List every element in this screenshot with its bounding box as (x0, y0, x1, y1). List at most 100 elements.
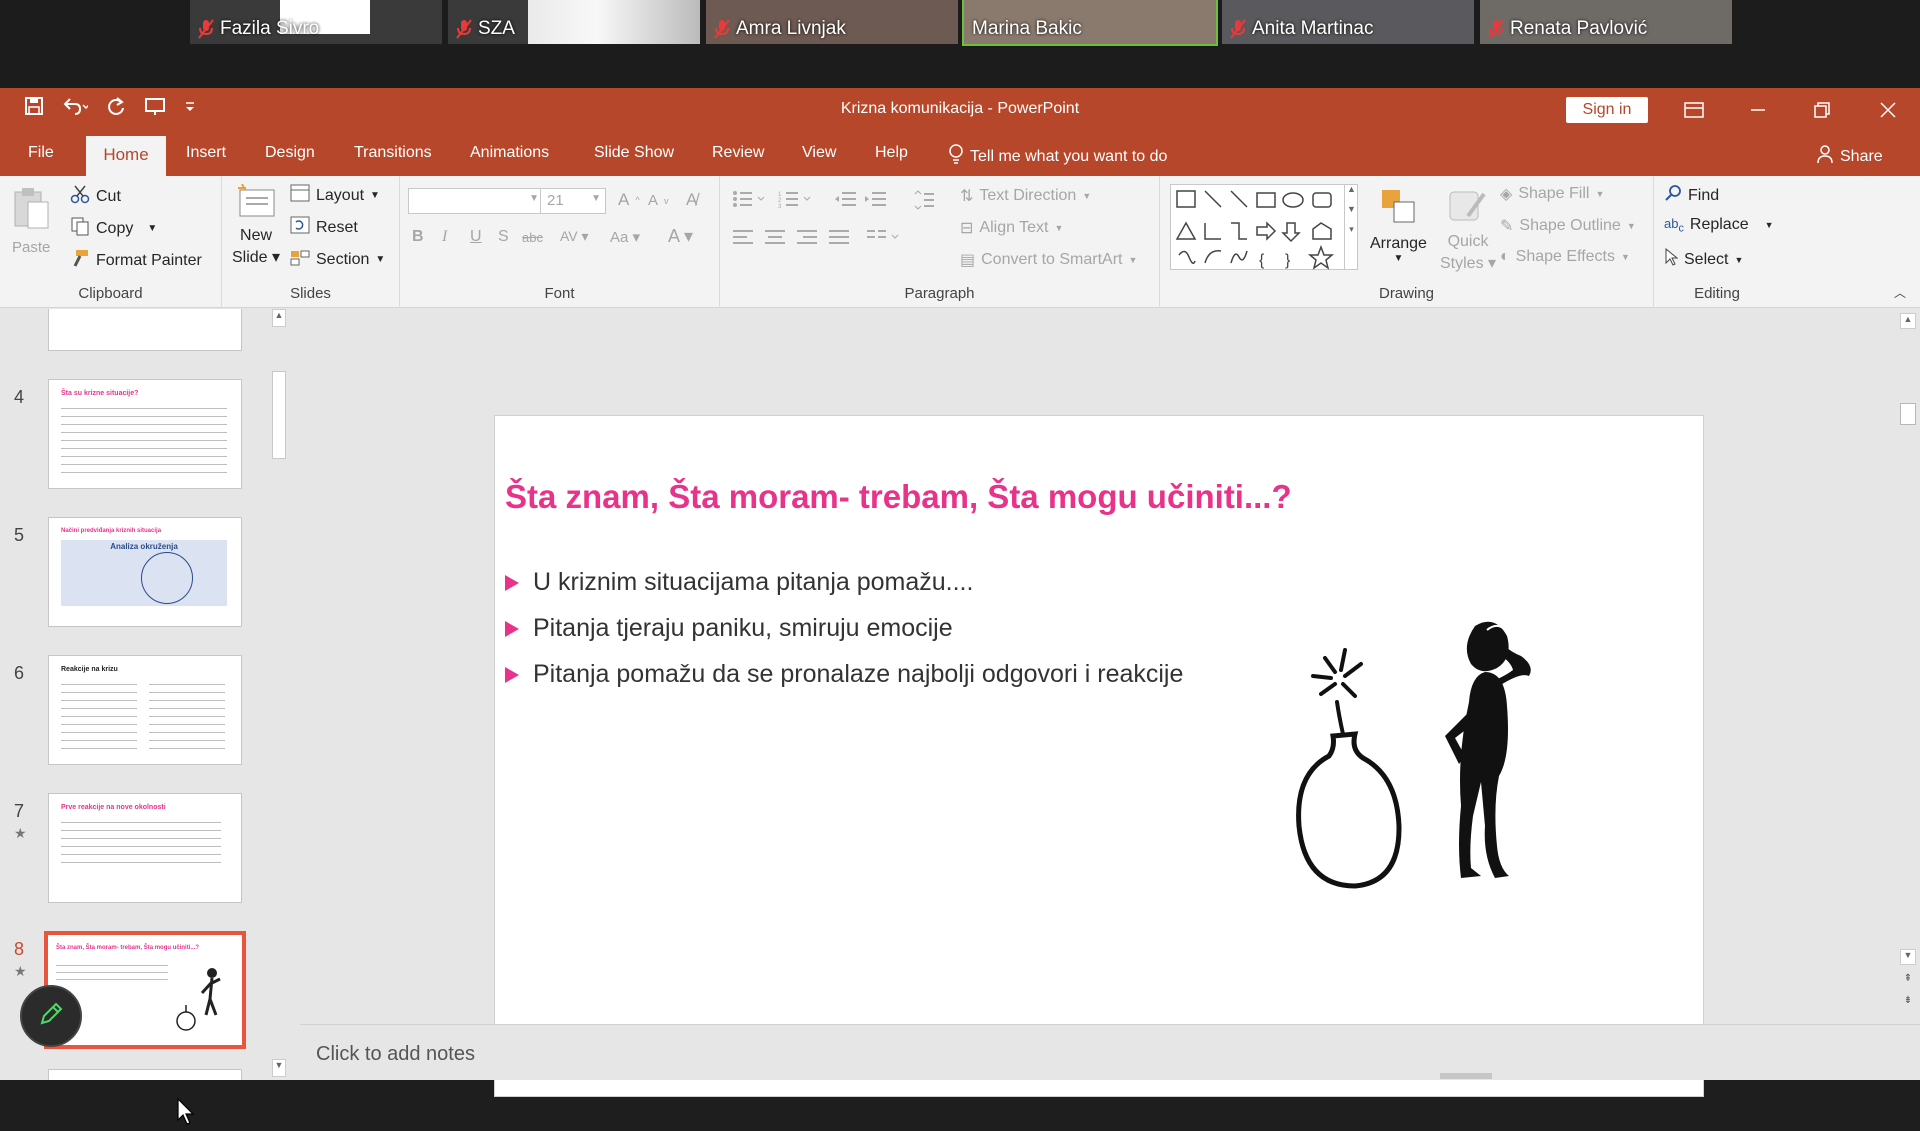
align-text-button[interactable]: ⊟ Align Text ▼ (960, 218, 1063, 238)
slide-thumbnail-6[interactable]: Reakcije na krizu (48, 655, 242, 765)
slide-bullet[interactable]: U kriznim situacijama pitanja pomažu.... (505, 568, 973, 597)
convert-to-smartart-button[interactable]: ▤ Convert to SmartArt ▼ (960, 250, 1137, 270)
tab-review[interactable]: Review (712, 144, 764, 162)
shape-outline-button[interactable]: ✎ Shape Outline ▼ (1500, 216, 1636, 236)
scroll-down-arrow-icon[interactable]: ▼ (272, 1059, 286, 1077)
slide-thumbnail-5[interactable]: Načini predviđanja kriznih situacija Ana… (48, 517, 242, 627)
editing-group-label: Editing (1694, 285, 1740, 302)
align-right-icon[interactable] (796, 228, 818, 246)
close-icon[interactable] (1874, 98, 1902, 122)
cut-button[interactable]: Cut (70, 184, 121, 209)
increase-font-size-icon[interactable]: A ^ (618, 190, 640, 210)
paste-button[interactable]: Paste (12, 186, 50, 256)
restore-icon[interactable] (1808, 98, 1836, 122)
slide-thumbnail-3[interactable] (48, 309, 242, 351)
clear-formatting-icon[interactable]: A̸ (686, 190, 697, 210)
participant-tile[interactable]: Anita Martinac (1222, 0, 1474, 44)
italic-icon[interactable]: I (442, 228, 447, 246)
horizontal-scrollbar-thumb[interactable] (1440, 1073, 1492, 1079)
shape-effects-button[interactable]: ◐ Shape Effects ▼ (1500, 248, 1630, 266)
replace-button[interactable]: abc Replace ▼ (1664, 216, 1774, 235)
tab-insert[interactable]: Insert (186, 144, 226, 162)
scroll-up-arrow-icon[interactable]: ▲ (1900, 313, 1916, 329)
increase-indent-icon[interactable] (864, 190, 886, 208)
reset-button[interactable]: Reset (290, 216, 358, 239)
font-name-combo[interactable]: ▼ (408, 188, 544, 214)
ribbon-display-options-icon[interactable] (1680, 98, 1708, 122)
shapes-gallery[interactable]: {} (1170, 184, 1358, 270)
scrollbar-thumb[interactable] (1900, 403, 1916, 425)
scroll-down-arrow-icon[interactable]: ▼ (1900, 949, 1916, 965)
character-spacing-icon[interactable]: AV ▾ (560, 228, 589, 245)
participant-tile[interactable]: Fazila Sivro (190, 0, 442, 44)
chevron-down-icon[interactable]: ▼ (147, 223, 157, 234)
align-center-icon[interactable] (764, 228, 786, 246)
layout-button[interactable]: Layout ▼ (290, 184, 380, 207)
shape-fill-button[interactable]: ◈ Shape Fill ▼ (1500, 184, 1604, 204)
find-button[interactable]: Find (1664, 184, 1719, 207)
tab-help[interactable]: Help (875, 144, 908, 162)
next-slide-icon[interactable]: ⇟ (1900, 995, 1916, 1011)
bold-icon[interactable]: B (412, 228, 424, 246)
thumbnail-scrollbar[interactable]: ▲ ▼ (270, 309, 288, 1080)
line-spacing-icon[interactable] (912, 190, 942, 210)
new-slide-label-1: New (240, 227, 273, 244)
arrange-button[interactable]: Arrange ▼ (1370, 186, 1427, 264)
thumbnail-figure-image (176, 968, 221, 1031)
format-painter-button[interactable]: Format Painter (70, 248, 202, 273)
sign-in-button[interactable]: Sign in (1566, 97, 1648, 123)
thumbnail-title: Načini predviđanja kriznih situacija (61, 528, 162, 534)
text-shadow-icon[interactable]: S (498, 228, 509, 246)
notes-pane[interactable]: Click to add notes (300, 1024, 1920, 1080)
new-slide-button[interactable]: New Slide ▾ (232, 183, 280, 267)
slide-scrollbar[interactable]: ▲ ▼ ⇞ ⇟ (1896, 309, 1920, 1024)
tab-home[interactable]: Home (86, 136, 166, 176)
slide-thumbnail-9-partial[interactable] (48, 1069, 242, 1080)
tab-file[interactable]: File (28, 144, 54, 162)
bullets-icon[interactable] (732, 190, 766, 208)
font-size-combo[interactable]: 21 ▼ (540, 188, 606, 214)
layout-icon (290, 184, 310, 207)
select-button[interactable]: Select ▼ (1664, 247, 1743, 271)
numbering-icon[interactable]: 123 (778, 190, 812, 208)
scroll-up-arrow-icon[interactable]: ▲ (272, 309, 286, 327)
shapes-gallery-scroll[interactable]: ▲ ▼ ▾ (1344, 184, 1358, 270)
scrollbar-thumb[interactable] (272, 371, 286, 459)
align-left-icon[interactable] (732, 228, 754, 246)
annotate-pen-button[interactable] (20, 985, 82, 1047)
slide-thumbnail-4[interactable]: Šta su krizne situacije? (48, 379, 242, 489)
slide-bullet[interactable]: Pitanja tjeraju paniku, smiruju emocije (505, 614, 953, 643)
justify-icon[interactable] (828, 228, 850, 246)
tab-design[interactable]: Design (265, 144, 315, 162)
tell-me-search[interactable]: Tell me what you want to do (948, 144, 1167, 169)
tab-transitions[interactable]: Transitions (354, 144, 432, 162)
font-color-icon[interactable]: A ▾ (668, 226, 693, 247)
quick-styles-button[interactable]: Quick Styles ▾ (1440, 186, 1496, 273)
minimize-icon[interactable] (1744, 98, 1772, 122)
bomb-and-figure-image[interactable] (1285, 606, 1585, 926)
tab-slide-show[interactable]: Slide Show (594, 144, 674, 162)
tab-view[interactable]: View (802, 144, 836, 162)
section-button[interactable]: Section ▼ (290, 248, 385, 271)
slide-bullet[interactable]: Pitanja pomažu da se pronalaze najbolji … (505, 660, 1183, 689)
decrease-indent-icon[interactable] (834, 190, 856, 208)
text-direction-button[interactable]: ⇅ Text Direction ▼ (960, 186, 1091, 206)
columns-icon[interactable] (866, 228, 902, 246)
share-button[interactable]: Share (1816, 144, 1883, 169)
collapse-ribbon-icon[interactable]: ︿ (1894, 284, 1906, 301)
copy-button[interactable]: Copy ▼ (70, 216, 157, 241)
slide-thumbnail-7[interactable]: Prve reakcije na nove okolnosti (48, 793, 242, 903)
change-case-icon[interactable]: Aa ▾ (610, 228, 640, 246)
slide-title[interactable]: Šta znam, Šta moram- trebam, Šta mogu uč… (505, 478, 1292, 516)
participant-tile[interactable]: SZA (448, 0, 700, 44)
slide-canvas[interactable]: Šta znam, Šta moram- trebam, Šta mogu uč… (494, 415, 1704, 1097)
underline-icon[interactable]: U (470, 228, 482, 246)
strikethrough-icon[interactable]: abc (522, 230, 543, 245)
tab-animations[interactable]: Animations (470, 144, 549, 162)
participant-tile[interactable]: Renata Pavlović (1480, 0, 1732, 44)
decrease-font-size-icon[interactable]: Av (648, 192, 669, 209)
participant-tile-active-speaker[interactable]: Marina Bakic (962, 0, 1218, 46)
previous-slide-icon[interactable]: ⇞ (1900, 973, 1916, 989)
participant-tile[interactable]: Amra Livnjak (706, 0, 958, 44)
powerpoint-window: Krizna komunikacija - PowerPoint Sign in… (0, 88, 1920, 1125)
